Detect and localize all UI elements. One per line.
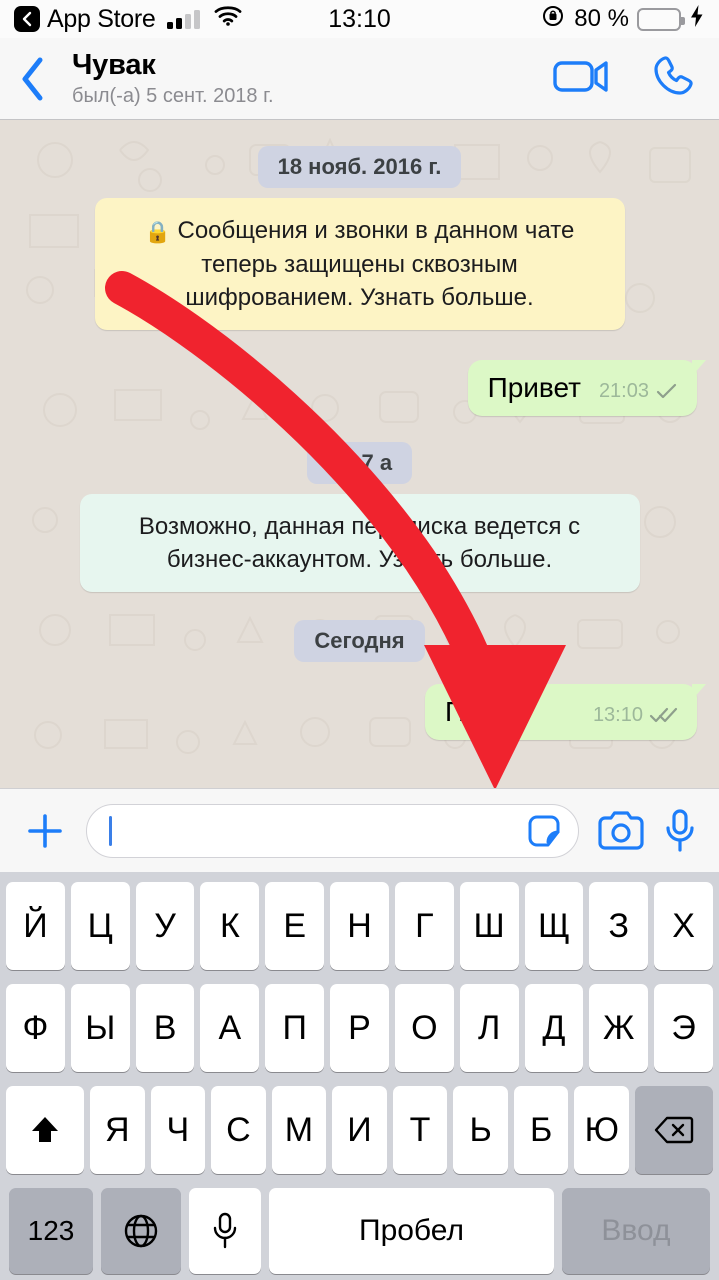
key-л[interactable]: Л: [459, 984, 519, 1072]
header-actions: [553, 54, 701, 103]
business-notice-row: Возможно, данная переписка ведется с биз…: [0, 493, 719, 592]
microphone-icon[interactable]: [663, 808, 697, 854]
keyboard-row-3: Я Ч С М И Т Ь Б Ю: [3, 1086, 716, 1174]
key-ж[interactable]: Ж: [589, 984, 649, 1072]
key-з[interactable]: З: [589, 882, 649, 970]
key-о[interactable]: О: [394, 984, 454, 1072]
key-е[interactable]: Е: [265, 882, 325, 970]
chat-content: 18 нояб. 2016 г. 🔒 Сообщения и звонки в …: [0, 120, 719, 788]
message-time: 21:03: [598, 379, 649, 402]
contact-info[interactable]: Чувак был(-а) 5 сент. 2018 г.: [72, 49, 274, 108]
key-и[interactable]: И: [332, 1086, 387, 1174]
key-р[interactable]: Р: [330, 984, 389, 1072]
key-м[interactable]: М: [271, 1086, 327, 1174]
lock-icon: 🔒: [144, 221, 171, 244]
sticker-icon[interactable]: [524, 811, 564, 851]
single-check-icon: [655, 382, 679, 400]
back-button[interactable]: [18, 55, 64, 103]
key-ю[interactable]: Ю: [574, 1086, 630, 1174]
status-bar: App Store 13:10 80 %: [0, 0, 719, 38]
encryption-notice-text: Сообщения и звонки в данном чате теперь …: [177, 217, 575, 312]
message-time: 13:10: [592, 703, 643, 726]
key-ь[interactable]: Ь: [453, 1086, 508, 1174]
key-н[interactable]: Н: [330, 882, 389, 970]
chat-message-list[interactable]: 18 нояб. 2016 г. 🔒 Сообщения и звонки в …: [0, 120, 719, 788]
voice-call-icon[interactable]: [651, 54, 695, 103]
key-ц[interactable]: Ц: [70, 882, 130, 970]
message-bubble-outgoing[interactable]: Пр 13:10: [425, 684, 706, 740]
key-в[interactable]: В: [135, 984, 195, 1072]
on-screen-keyboard[interactable]: Й Ц У К Е Н Г Ш Щ З Х Ф Ы В А П Р О Л Д …: [0, 872, 719, 1280]
contact-name: Чувак: [72, 49, 156, 81]
message-input-bar: [0, 788, 719, 872]
date-separator-3: Сегодня: [0, 620, 719, 662]
message-text: Привет: [487, 372, 581, 404]
space-key[interactable]: Пробел: [269, 1188, 554, 1274]
key-й[interactable]: Й: [6, 882, 65, 970]
business-notice-text: Возможно, данная переписка ведется с биз…: [138, 512, 581, 573]
key-к[interactable]: К: [200, 882, 260, 970]
date-separator-1: 18 нояб. 2016 г.: [0, 146, 719, 188]
key-я[interactable]: Я: [89, 1086, 145, 1174]
video-call-icon[interactable]: [553, 57, 609, 100]
globe-icon[interactable]: [101, 1188, 181, 1274]
date-separator-label: вт, 7 а: [306, 441, 413, 484]
key-э[interactable]: Э: [654, 984, 713, 1072]
message-text: Пр: [445, 696, 481, 727]
camera-icon[interactable]: [597, 810, 645, 852]
whatsapp-chat-screen: App Store 13:10 80 % Чувак был(-а) 5 сен…: [0, 0, 719, 1280]
backspace-key[interactable]: [635, 1086, 714, 1174]
message-text-field[interactable]: [86, 803, 579, 858]
key-а[interactable]: А: [200, 984, 260, 1072]
key-ч[interactable]: Ч: [150, 1086, 206, 1174]
date-separator-label: Сегодня: [294, 620, 425, 662]
key-д[interactable]: Д: [524, 984, 584, 1072]
date-separator-2: вт, 7 а: [0, 441, 719, 484]
date-separator-label: 18 нояб. 2016 г.: [257, 146, 462, 188]
text-cursor: [109, 815, 112, 846]
rotation-lock-icon: [541, 3, 566, 35]
battery-icon: [637, 7, 685, 31]
key-т[interactable]: Т: [392, 1086, 448, 1174]
key-с[interactable]: С: [211, 1086, 266, 1174]
plus-icon[interactable]: [22, 809, 68, 853]
charging-bolt-icon: [689, 4, 705, 35]
key-ш[interactable]: Ш: [459, 882, 519, 970]
keyboard-row-2: Ф Ы В А П Р О Л Д Ж Э: [3, 984, 716, 1072]
key-щ[interactable]: Щ: [524, 882, 584, 970]
shift-key[interactable]: [5, 1086, 84, 1174]
key-х[interactable]: Х: [654, 882, 713, 970]
key-у[interactable]: У: [135, 882, 195, 970]
keyboard-row-4: 123 Пробел Ввод: [3, 1188, 716, 1274]
encryption-notice-bubble[interactable]: 🔒 Сообщения и звонки в данном чате тепер…: [94, 198, 625, 331]
status-bar-right: 80 %: [541, 3, 705, 35]
business-notice-bubble[interactable]: Возможно, данная переписка ведется с биз…: [79, 493, 640, 592]
message-meta: 21:03: [599, 380, 679, 405]
key-п[interactable]: П: [265, 984, 325, 1072]
chat-header: Чувак был(-а) 5 сент. 2018 г.: [0, 38, 719, 120]
message-row-outgoing-1: Привет 21:03: [0, 360, 719, 416]
dictation-icon[interactable]: [189, 1188, 261, 1274]
key-ф[interactable]: Ф: [6, 984, 65, 1072]
key-ы[interactable]: Ы: [70, 984, 130, 1072]
contact-last-seen: был(-а) 5 сент. 2018 г.: [72, 85, 274, 107]
battery-percent-label: 80 %: [574, 5, 629, 32]
enter-key[interactable]: Ввод: [562, 1188, 710, 1274]
message-bubble-outgoing[interactable]: Привет 21:03: [467, 360, 707, 416]
key-б[interactable]: Б: [513, 1086, 569, 1174]
key-г[interactable]: Г: [394, 882, 454, 970]
double-check-icon: [649, 706, 679, 724]
numbers-key[interactable]: 123: [9, 1188, 93, 1274]
message-row-outgoing-2: Пр 13:10: [0, 684, 719, 740]
encryption-notice-row: 🔒 Сообщения и звонки в данном чате тепер…: [0, 198, 719, 331]
keyboard-row-1: Й Ц У К Е Н Г Ш Щ З Х: [3, 882, 716, 970]
message-meta: 13:10: [593, 704, 679, 729]
